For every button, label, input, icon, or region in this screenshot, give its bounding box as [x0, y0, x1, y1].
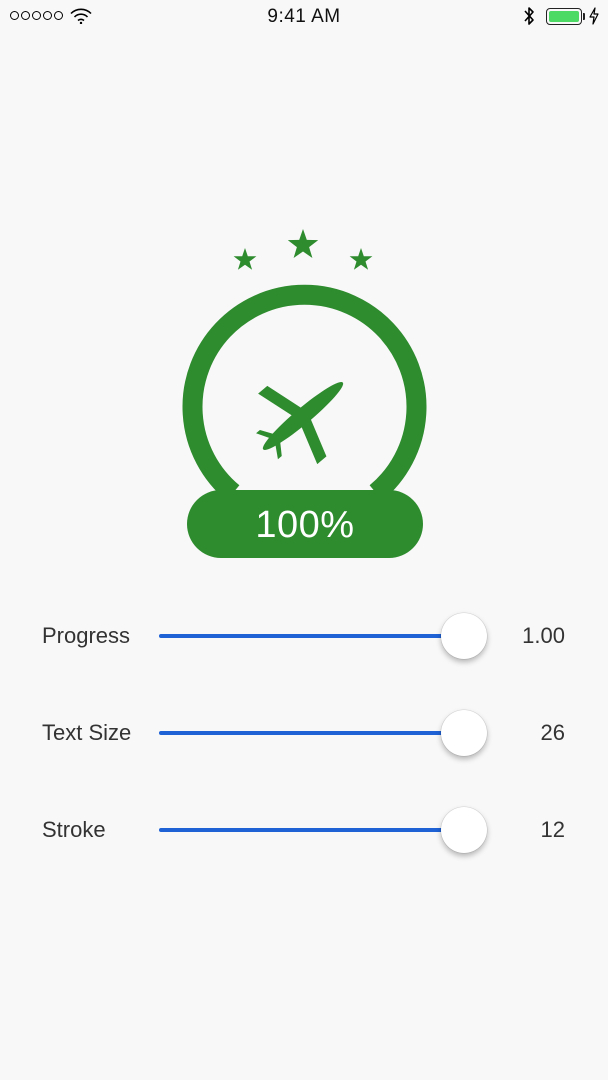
- text-size-value: 26: [540, 720, 565, 745]
- text-size-label: Text Size: [42, 720, 132, 745]
- text-size-slider-thumb[interactable]: [441, 710, 487, 756]
- stroke-row: Stroke 12: [0, 805, 608, 855]
- text-size-row: Text Size 26: [0, 708, 608, 758]
- progress-slider-thumb[interactable]: [441, 613, 487, 659]
- text-size-slider-track[interactable]: [159, 731, 464, 735]
- progress-percent: 100%: [255, 504, 355, 546]
- airplane-icon: [256, 382, 344, 465]
- progress-slider-fill: [159, 634, 464, 638]
- app-screen: 9:41 AM 100% Progress 1.00 Text Size 26 …: [0, 0, 608, 1080]
- progress-value: 1.00: [522, 623, 565, 648]
- star-icon: [349, 248, 373, 270]
- progress-row: Progress 1.00: [0, 611, 608, 661]
- stroke-slider-fill: [159, 828, 464, 832]
- progress-slider-track[interactable]: [159, 634, 464, 638]
- stroke-value: 12: [540, 817, 565, 842]
- stroke-label: Stroke: [42, 817, 106, 842]
- stroke-slider-track[interactable]: [159, 828, 464, 832]
- star-icon: [287, 229, 319, 258]
- progress-ring: [182, 284, 427, 501]
- stroke-slider-thumb[interactable]: [441, 807, 487, 853]
- text-size-slider-fill: [159, 731, 464, 735]
- progress-label: Progress: [42, 623, 131, 648]
- star-icon: [233, 248, 257, 270]
